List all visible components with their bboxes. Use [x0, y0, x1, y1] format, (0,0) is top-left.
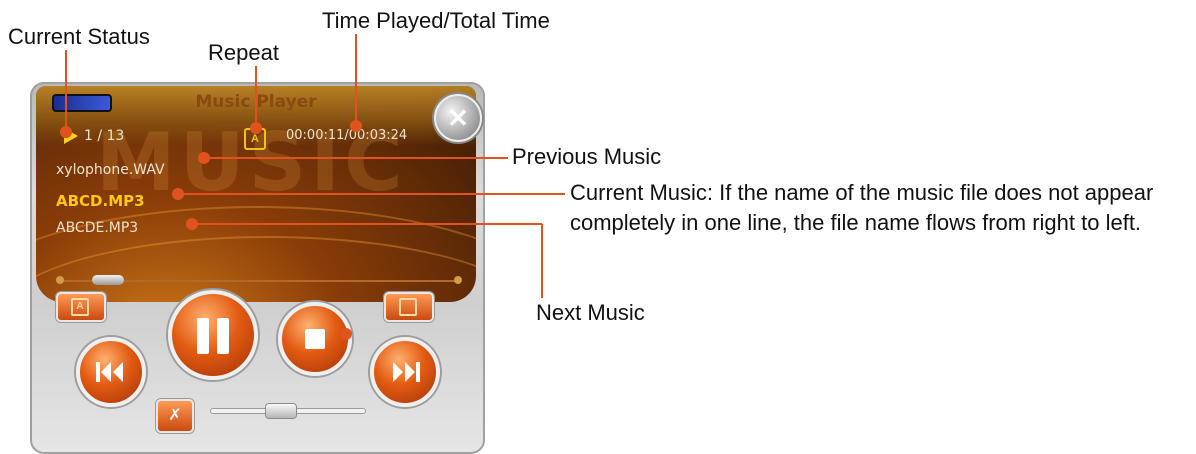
label-next-music: Next Music: [536, 300, 645, 325]
label-current-music: Current Music: If the name of the music …: [570, 180, 1154, 235]
previous-track[interactable]: xylophone.WAV: [56, 162, 165, 178]
stop-button[interactable]: [278, 302, 352, 376]
repeat-icon: A: [71, 298, 89, 316]
repeat-button[interactable]: A: [56, 292, 106, 322]
track-position: 1 / 13: [84, 128, 125, 144]
repeat-icon[interactable]: A: [244, 128, 266, 150]
pause-button[interactable]: [168, 290, 258, 380]
mute-button[interactable]: ✗: [156, 399, 194, 433]
label-time-played: Time Played/Total Time: [322, 8, 550, 33]
current-track[interactable]: ABCD.MP3: [56, 192, 145, 210]
pause-icon: [197, 318, 209, 354]
close-icon: ✕: [447, 103, 469, 133]
label-repeat: Repeat: [208, 40, 279, 65]
label-current-status: Current Status: [8, 24, 150, 49]
previous-track-icon: [96, 362, 123, 382]
next-track-button[interactable]: [370, 337, 440, 407]
progress-bar[interactable]: [56, 275, 462, 285]
player-title: Music Player: [195, 92, 317, 112]
mute-icon: ✗: [168, 407, 182, 424]
music-player-window: MUSIC Music Player 1 / 13 A 00:00:11/00:…: [30, 82, 492, 454]
playlist-button[interactable]: [384, 292, 434, 322]
play-status-icon: [64, 128, 78, 144]
player-screen: MUSIC Music Player 1 / 13 A 00:00:11/00:…: [36, 86, 476, 302]
progress-start-dot: [56, 276, 64, 284]
stop-icon: [305, 329, 325, 349]
next-track-icon: [393, 362, 420, 382]
pause-icon: [217, 318, 229, 354]
next-track[interactable]: ABCDE.MP3: [56, 220, 138, 236]
label-previous-music: Previous Music: [512, 144, 662, 169]
progress-knob[interactable]: [92, 275, 124, 285]
time-display: 00:00:11/00:03:24: [286, 128, 408, 143]
volume-knob[interactable]: [266, 404, 296, 418]
previous-track-button[interactable]: [76, 337, 146, 407]
volume-slider[interactable]: [210, 404, 366, 418]
progress-end-dot: [454, 276, 462, 284]
playlist-icon: [399, 298, 417, 316]
close-button[interactable]: ✕: [434, 94, 482, 142]
